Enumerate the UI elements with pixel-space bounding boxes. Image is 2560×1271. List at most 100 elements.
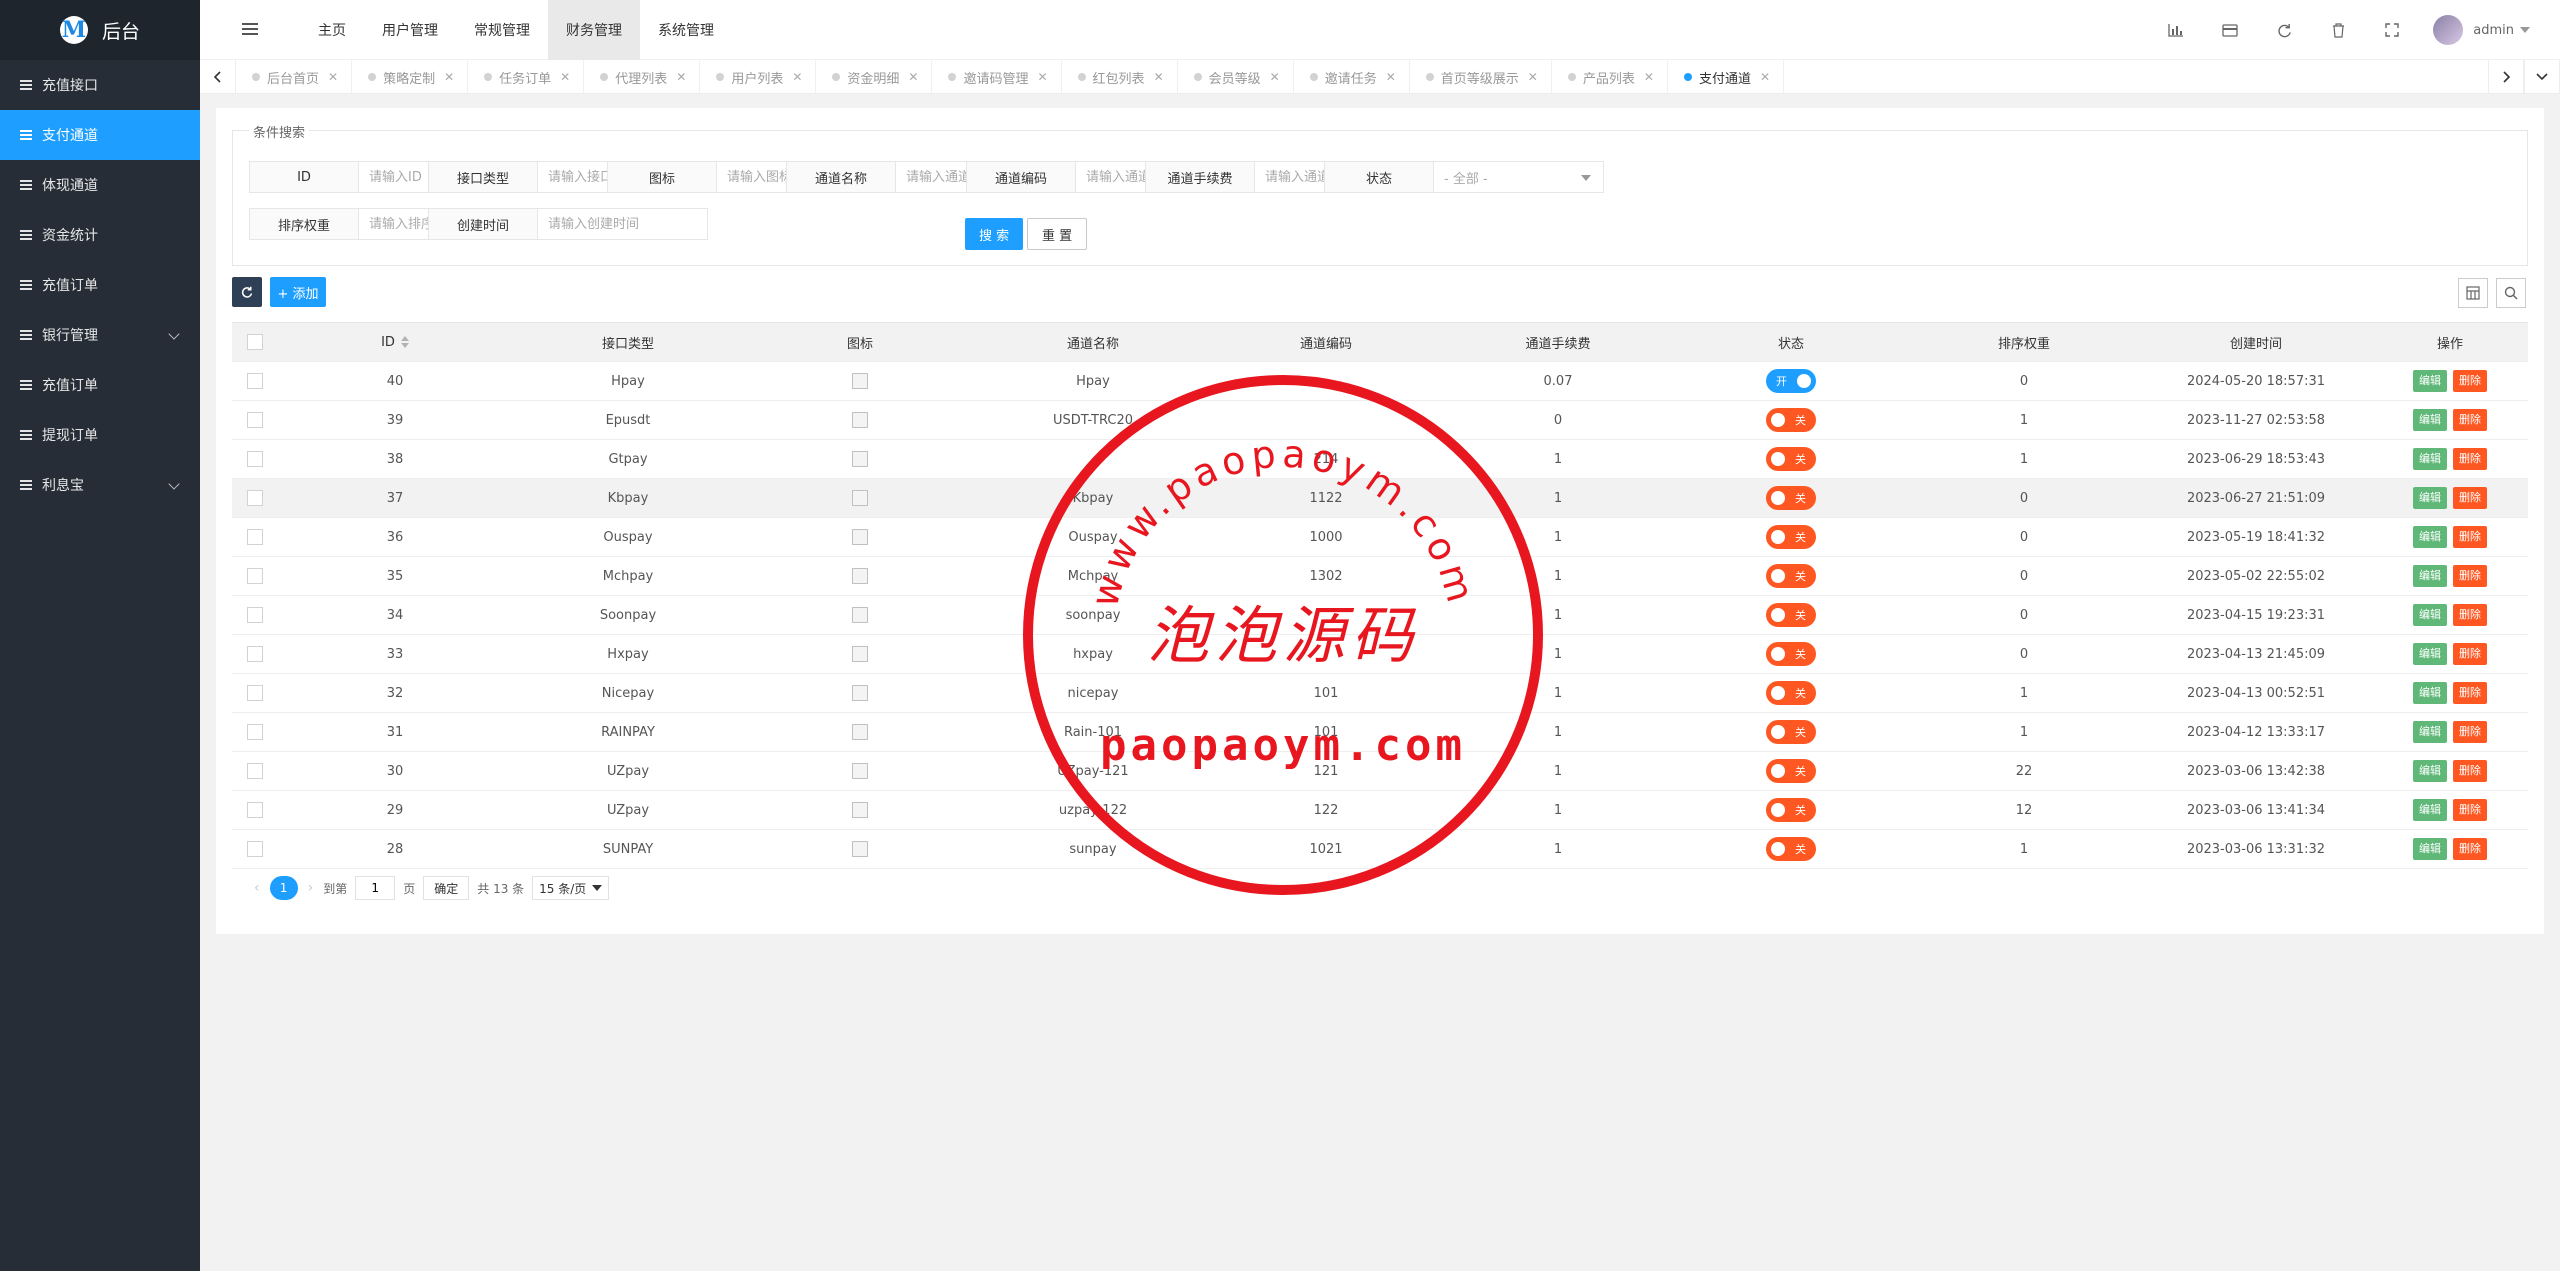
sidebar-item[interactable]: 充值接口 [0, 60, 200, 110]
page-tab[interactable]: 用户列表 ✕ [700, 60, 817, 94]
close-icon[interactable]: ✕ [1270, 70, 1280, 84]
user-menu[interactable]: admin [2419, 15, 2560, 45]
delete-button[interactable]: 删除 [2453, 799, 2487, 821]
nav-item[interactable]: 主页 [300, 0, 364, 60]
close-icon[interactable]: ✕ [908, 70, 918, 84]
row-checkbox[interactable] [247, 724, 263, 740]
page-size-select[interactable]: 15 条/页 [532, 876, 610, 900]
chevron-left-icon[interactable] [200, 60, 236, 94]
close-icon[interactable]: ✕ [1760, 70, 1770, 84]
row-checkbox[interactable] [247, 373, 263, 389]
edit-button[interactable]: 编辑 [2413, 604, 2447, 626]
edit-button[interactable]: 编辑 [2413, 799, 2447, 821]
row-checkbox[interactable] [247, 568, 263, 584]
sidebar-item[interactable]: 充值订单 [0, 360, 200, 410]
status-toggle[interactable]: 关 [1766, 837, 1816, 861]
close-icon[interactable]: ✕ [444, 70, 454, 84]
delete-button[interactable]: 删除 [2453, 838, 2487, 860]
edit-button[interactable]: 编辑 [2413, 565, 2447, 587]
delete-button[interactable]: 删除 [2453, 526, 2487, 548]
status-toggle[interactable]: 关 [1766, 408, 1816, 432]
search-input[interactable] [538, 208, 708, 240]
row-checkbox[interactable] [247, 685, 263, 701]
sidebar-item[interactable]: 充值订单 [0, 260, 200, 310]
edit-button[interactable]: 编辑 [2413, 643, 2447, 665]
row-checkbox[interactable] [247, 529, 263, 545]
search-button[interactable]: 搜 索 [965, 218, 1024, 250]
edit-button[interactable]: 编辑 [2413, 838, 2447, 860]
status-toggle[interactable]: 开 [1766, 369, 1816, 393]
row-checkbox[interactable] [247, 646, 263, 662]
status-toggle[interactable]: 关 [1766, 486, 1816, 510]
nav-item[interactable]: 系统管理 [640, 0, 732, 60]
delete-button[interactable]: 删除 [2453, 760, 2487, 782]
status-select[interactable]: - 全部 - [1434, 161, 1604, 193]
delete-button[interactable]: 删除 [2453, 604, 2487, 626]
row-checkbox[interactable] [247, 451, 263, 467]
sidebar-item[interactable]: 体现通道 [0, 160, 200, 210]
trash-icon[interactable] [2311, 0, 2365, 60]
column-header[interactable]: ID [278, 322, 512, 362]
row-checkbox[interactable] [247, 802, 263, 818]
select-all-checkbox[interactable] [247, 334, 263, 350]
edit-button[interactable]: 编辑 [2413, 370, 2447, 392]
sidebar-item[interactable]: 资金统计 [0, 210, 200, 260]
delete-button[interactable]: 删除 [2453, 409, 2487, 431]
delete-button[interactable]: 删除 [2453, 682, 2487, 704]
sidebar-item[interactable]: 银行管理 [0, 310, 200, 360]
page-tab[interactable]: 策略定制 ✕ [352, 60, 469, 94]
row-checkbox[interactable] [247, 412, 263, 428]
delete-button[interactable]: 删除 [2453, 643, 2487, 665]
refresh-icon[interactable] [2257, 0, 2311, 60]
edit-button[interactable]: 编辑 [2413, 760, 2447, 782]
nav-item[interactable]: 用户管理 [364, 0, 456, 60]
delete-button[interactable]: 删除 [2453, 487, 2487, 509]
page-tab[interactable]: 邀请码管理 ✕ [932, 60, 1062, 94]
edit-button[interactable]: 编辑 [2413, 526, 2447, 548]
close-icon[interactable]: ✕ [792, 70, 802, 84]
sidebar-item[interactable]: 支付通道 [0, 110, 200, 160]
edit-button[interactable]: 编辑 [2413, 487, 2447, 509]
status-toggle[interactable]: 关 [1766, 798, 1816, 822]
status-toggle[interactable]: 关 [1766, 447, 1816, 471]
close-icon[interactable]: ✕ [1644, 70, 1654, 84]
card-icon[interactable] [2203, 0, 2257, 60]
edit-button[interactable]: 编辑 [2413, 682, 2447, 704]
chevron-right-icon[interactable] [2488, 60, 2524, 94]
delete-button[interactable]: 删除 [2453, 565, 2487, 587]
close-icon[interactable]: ✕ [676, 70, 686, 84]
search-icon[interactable] [2496, 278, 2526, 308]
goto-confirm-button[interactable]: 确定 [423, 876, 470, 900]
page-tab[interactable]: 支付通道 ✕ [1668, 60, 1785, 94]
status-toggle[interactable]: 关 [1766, 603, 1816, 627]
menu-toggle-icon[interactable] [242, 23, 258, 35]
status-toggle[interactable]: 关 [1766, 720, 1816, 744]
refresh-table-button[interactable] [232, 277, 262, 307]
row-checkbox[interactable] [247, 841, 263, 857]
row-checkbox[interactable] [247, 763, 263, 779]
close-icon[interactable]: ✕ [560, 70, 570, 84]
page-tab[interactable]: 会员等级 ✕ [1178, 60, 1294, 94]
sidebar-item[interactable]: 提现订单 [0, 410, 200, 460]
page-tab[interactable]: 首页等级展示 ✕ [1410, 60, 1552, 94]
status-toggle[interactable]: 关 [1766, 564, 1816, 588]
page-tab[interactable]: 后台首页 ✕ [236, 60, 353, 94]
page-tab[interactable]: 代理列表 ✕ [584, 60, 701, 94]
delete-button[interactable]: 删除 [2453, 721, 2487, 743]
edit-button[interactable]: 编辑 [2413, 448, 2447, 470]
page-tab[interactable]: 任务订单 ✕ [468, 60, 585, 94]
row-checkbox[interactable] [247, 490, 263, 506]
fullscreen-icon[interactable] [2365, 0, 2419, 60]
close-icon[interactable]: ✕ [1528, 70, 1538, 84]
page-tab[interactable]: 资金明细 ✕ [816, 60, 933, 94]
nav-item[interactable]: 常规管理 [456, 0, 548, 60]
sidebar-item[interactable]: 利息宝 [0, 460, 200, 510]
close-icon[interactable]: ✕ [328, 70, 338, 84]
delete-button[interactable]: 删除 [2453, 448, 2487, 470]
goto-page-input[interactable] [355, 876, 396, 900]
next-page-icon[interactable]: › [308, 880, 314, 896]
status-toggle[interactable]: 关 [1766, 681, 1816, 705]
nav-item[interactable]: 财务管理 [548, 0, 640, 60]
edit-button[interactable]: 编辑 [2413, 409, 2447, 431]
page-current[interactable]: 1 [269, 876, 298, 900]
